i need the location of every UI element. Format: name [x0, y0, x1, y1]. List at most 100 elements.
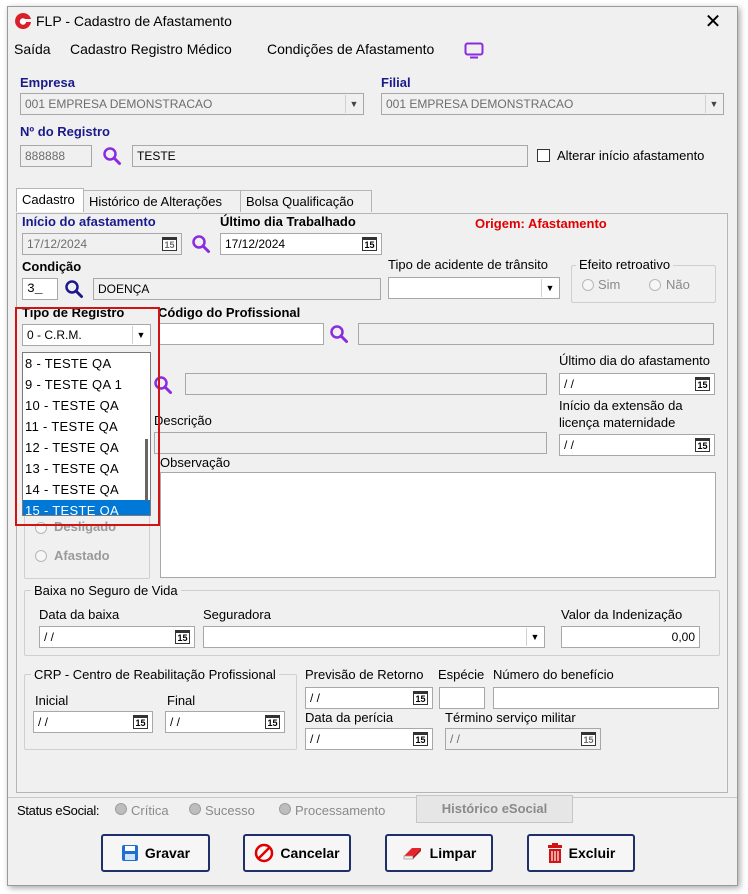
calendar-icon[interactable]: 15: [413, 732, 428, 746]
filial-select[interactable]: 001 EMPRESA DEMONSTRACAO ▼: [381, 93, 724, 115]
crp-inicial-field[interactable]: / / 15: [33, 711, 153, 733]
efeito-sim-label: Sim: [598, 277, 621, 292]
excluir-label: Excluir: [568, 845, 616, 861]
cid-name-field[interactable]: [185, 373, 547, 395]
licenca-field[interactable]: / / 15: [559, 434, 715, 456]
list-item[interactable]: 14 - TESTE QA: [23, 479, 150, 500]
tipo-acidente-select[interactable]: ▼: [388, 277, 560, 299]
baixa-title: Baixa no Seguro de Vida: [31, 583, 181, 598]
menu-saida[interactable]: Saída: [14, 41, 51, 57]
seguradora-select[interactable]: ▼: [203, 626, 545, 648]
search-icon[interactable]: [64, 279, 84, 299]
valor-indenizacao-field[interactable]: 0,00: [561, 626, 700, 648]
chevron-down-icon[interactable]: ▼: [705, 95, 722, 113]
registro-number-field[interactable]: 888888: [20, 145, 92, 167]
calendar-icon[interactable]: 15: [581, 732, 596, 746]
ultimo-trabalhado-label: Último dia Trabalhado: [220, 214, 356, 229]
data-baixa-label: Data da baixa: [39, 607, 120, 622]
list-scrollbar[interactable]: [145, 439, 148, 501]
search-icon[interactable]: [153, 375, 173, 395]
list-item[interactable]: 10 - TESTE QA: [23, 395, 150, 416]
list-item[interactable]: 12 - TESTE QA: [23, 437, 150, 458]
desligado-radio[interactable]: [35, 522, 47, 534]
menu-condicoes-afastamento[interactable]: Condições de Afastamento: [267, 41, 434, 57]
chevron-down-icon[interactable]: ▼: [132, 326, 149, 344]
close-icon[interactable]: ✕: [703, 9, 723, 34]
sucesso-status-icon: [189, 803, 201, 815]
tab-strip: Cadastro Histórico de Alterações Bolsa Q…: [16, 188, 728, 212]
condicao-code-field[interactable]: 3_: [22, 278, 58, 300]
seguradora-label: Seguradora: [203, 607, 271, 622]
observacao-textarea[interactable]: [160, 472, 716, 578]
descricao-field[interactable]: [154, 432, 547, 454]
ultimo-afastamento-field[interactable]: / / 15: [559, 373, 715, 395]
calendar-icon[interactable]: 15: [695, 377, 710, 391]
eraser-icon: [403, 848, 421, 860]
efeito-sim-radio[interactable]: [582, 279, 594, 291]
registro-name-field[interactable]: TESTE: [132, 145, 528, 167]
search-icon[interactable]: [102, 146, 122, 166]
ultimo-afastamento-label: Último dia do afastamento: [559, 353, 711, 368]
crp-title: CRP - Centro de Reabilitação Profissiona…: [31, 667, 279, 682]
efeito-nao-radio[interactable]: [649, 279, 661, 291]
calendar-icon[interactable]: 15: [413, 691, 428, 705]
list-item[interactable]: 13 - TESTE QA: [23, 458, 150, 479]
especie-field[interactable]: [439, 687, 485, 709]
tipo-registro-select[interactable]: 0 - C.R.M. ▼: [22, 324, 151, 346]
chevron-down-icon[interactable]: ▼: [526, 628, 543, 646]
ultimo-trabalhado-field[interactable]: 17/12/2024 15: [220, 233, 382, 255]
data-pericia-field[interactable]: / / 15: [305, 728, 433, 750]
calendar-icon[interactable]: 15: [265, 715, 280, 729]
condicao-desc-field[interactable]: DOENÇA: [93, 278, 381, 300]
inicio-afastamento-field[interactable]: 17/12/2024 15: [22, 233, 182, 255]
crp-final-field[interactable]: / / 15: [165, 711, 285, 733]
critica-status-icon: [115, 803, 127, 815]
previsao-retorno-value: / /: [310, 691, 321, 705]
calendar-icon[interactable]: 15: [695, 438, 710, 452]
afastado-radio[interactable]: [35, 550, 47, 562]
data-pericia-label: Data da perícia: [305, 710, 394, 725]
numero-beneficio-field[interactable]: [493, 687, 719, 709]
termino-militar-field[interactable]: / / 15: [445, 728, 601, 750]
condicao-label: Condição: [22, 259, 82, 274]
gravar-button[interactable]: Gravar: [101, 834, 210, 872]
chevron-down-icon[interactable]: ▼: [541, 279, 558, 297]
search-icon[interactable]: [329, 324, 349, 344]
list-item[interactable]: 11 - TESTE QA: [23, 416, 150, 437]
historico-esocial-button[interactable]: Histórico eSocial: [416, 795, 573, 823]
list-item[interactable]: 9 - TESTE QA 1: [23, 374, 150, 395]
codigo-profissional-field[interactable]: [158, 323, 324, 345]
list-item[interactable]: 15 - TESTE QA: [23, 500, 150, 515]
calendar-icon[interactable]: 15: [362, 237, 377, 251]
alterar-inicio-label: Alterar início afastamento: [557, 148, 705, 163]
search-icon[interactable]: [191, 234, 211, 254]
data-pericia-value: / /: [310, 732, 321, 746]
previsao-retorno-label: Previsão de Retorno: [305, 667, 424, 682]
monitor-icon[interactable]: [464, 42, 484, 59]
chevron-down-icon[interactable]: ▼: [345, 95, 362, 113]
tab-historico-alteracoes[interactable]: Histórico de Alterações: [83, 190, 241, 212]
data-baixa-field[interactable]: / / 15: [39, 626, 195, 648]
tab-cadastro[interactable]: Cadastro: [16, 188, 84, 212]
calendar-icon[interactable]: 15: [133, 715, 148, 729]
tipo-registro-value: 0 - C.R.M.: [27, 328, 82, 342]
alterar-inicio-checkbox[interactable]: [537, 149, 550, 162]
previsao-retorno-field[interactable]: / / 15: [305, 687, 433, 709]
menu-cadastro-registro-medico[interactable]: Cadastro Registro Médico: [70, 41, 232, 57]
valor-indenizacao-label: Valor da Indenização: [561, 607, 683, 622]
calendar-icon[interactable]: 15: [162, 237, 177, 251]
crp-final-label: Final: [167, 693, 196, 708]
empresa-select[interactable]: 001 EMPRESA DEMONSTRACAO ▼: [20, 93, 364, 115]
excluir-button[interactable]: Excluir: [527, 834, 635, 872]
list-item[interactable]: 8 - TESTE QA: [23, 353, 150, 374]
gravar-label: Gravar: [144, 845, 191, 861]
calendar-icon[interactable]: 15: [175, 630, 190, 644]
limpar-button[interactable]: Limpar: [385, 834, 493, 872]
profissional-name-field[interactable]: [358, 323, 714, 345]
efeito-retroativo-title: Efeito retroativo: [576, 257, 674, 272]
tab-bolsa-qualificacao[interactable]: Bolsa Qualificação: [240, 190, 372, 212]
numero-beneficio-label: Número do benefício: [493, 667, 614, 682]
tipo-registro-list[interactable]: 8 - TESTE QA 9 - TESTE QA 1 10 - TESTE QA 1…: [22, 352, 151, 516]
filial-value: 001 EMPRESA DEMONSTRACAO: [386, 97, 574, 111]
cancelar-button[interactable]: Cancelar: [243, 834, 351, 872]
